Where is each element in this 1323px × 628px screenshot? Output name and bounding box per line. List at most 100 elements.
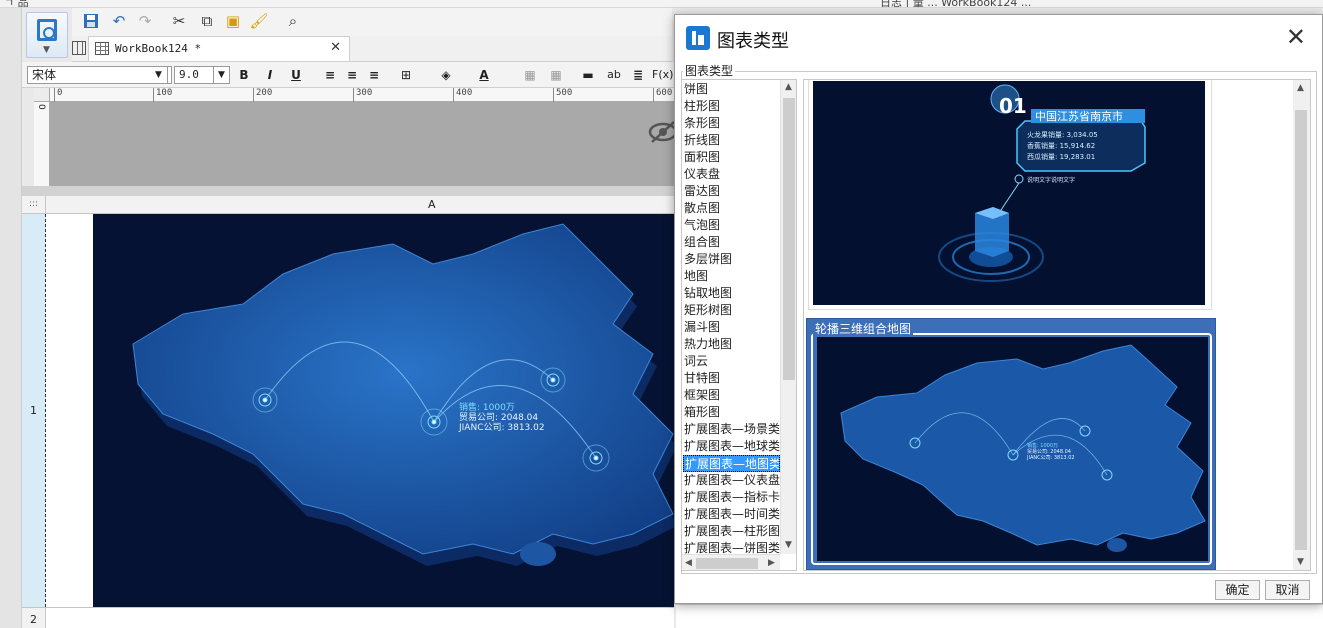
note-text: 说明文字说明文字: [1027, 176, 1075, 184]
cancel-button[interactable]: 取消: [1265, 580, 1310, 600]
map-label-line3: JIANC公司: 3813.02: [1026, 455, 1075, 461]
ruler-corner: [34, 88, 50, 102]
chevron-down-icon[interactable]: ▼: [785, 540, 792, 550]
chevron-up-icon[interactable]: ▲: [1297, 83, 1304, 93]
chart-type-item[interactable]: 气泡图: [683, 217, 780, 234]
chart-preview-card-1[interactable]: 01 中国江苏省南京市 火龙果销量: 3,034.05 香蕉销量: 15,914…: [808, 80, 1212, 310]
chart-type-item[interactable]: 钻取地图: [683, 285, 780, 302]
chart-type-item[interactable]: 雷达图: [683, 183, 780, 200]
chart-type-item[interactable]: 折线图: [683, 132, 780, 149]
app-logo-icon: [686, 26, 710, 50]
ruler-tick: 0: [54, 88, 62, 102]
redo-icon[interactable]: ↷: [134, 10, 156, 32]
chart-type-item[interactable]: 饼图: [683, 81, 780, 98]
undo-icon[interactable]: ↶: [108, 10, 130, 32]
badge-number: 01: [999, 94, 1027, 118]
chart-type-item[interactable]: 扩展图表—时间类: [683, 506, 780, 523]
chevron-left-icon[interactable]: ◀: [685, 558, 692, 568]
wrap-text-icon[interactable]: ≣: [628, 66, 648, 84]
bold-button[interactable]: B: [234, 66, 254, 84]
cut-icon[interactable]: ✂: [168, 10, 190, 32]
chevron-down-icon[interactable]: ▼: [150, 66, 168, 84]
save-icon[interactable]: [80, 10, 102, 32]
split-cells-icon[interactable]: ▦: [546, 66, 566, 84]
format-painter-icon[interactable]: 🖌: [248, 10, 270, 32]
chart-type-item[interactable]: 箱形图: [683, 404, 780, 421]
chart-type-item[interactable]: 词云: [683, 353, 780, 370]
chart-type-item[interactable]: 扩展图表—场景类: [683, 421, 780, 438]
insert-chart-big-button[interactable]: ▼: [26, 12, 68, 58]
chart-type-item[interactable]: 框架图: [683, 387, 780, 404]
workbook-icon: [95, 42, 109, 55]
cell-margin[interactable]: [46, 214, 93, 607]
chart-type-item[interactable]: 柱形图: [683, 98, 780, 115]
sheet-grid-right[interactable]: [676, 604, 1323, 628]
column-a-label[interactable]: A: [428, 198, 436, 211]
chart-type-item[interactable]: 地图: [683, 268, 780, 285]
fill-color-icon[interactable]: ◈: [436, 66, 456, 84]
close-icon[interactable]: ✕: [1286, 23, 1306, 51]
chart-type-item[interactable]: 多层饼图: [683, 251, 780, 268]
chart-type-item[interactable]: 面积图: [683, 149, 780, 166]
scroll-thumb[interactable]: [783, 98, 795, 380]
row-header-2[interactable]: 2: [22, 607, 46, 628]
border-icon[interactable]: ⊞: [396, 66, 416, 84]
chart-type-item[interactable]: 仪表盘: [683, 166, 780, 183]
align-right-icon[interactable]: ≡: [364, 66, 384, 84]
header-preview-area: [50, 102, 678, 186]
chart-type-item[interactable]: 甘特图: [683, 370, 780, 387]
chart-type-item[interactable]: 扩展图表—仪表盘: [683, 472, 780, 489]
chart-type-item[interactable]: 漏斗图: [683, 319, 780, 336]
row-header-1[interactable]: 1: [22, 214, 46, 607]
underline-button[interactable]: U: [286, 66, 306, 84]
ruler-tick: 500: [553, 88, 572, 102]
scroll-thumb[interactable]: [1295, 110, 1307, 550]
scroll-thumb[interactable]: [696, 558, 758, 569]
chevron-up-icon[interactable]: ▲: [785, 82, 792, 92]
chart-type-item[interactable]: 扩展图表—地图类: [683, 455, 780, 472]
font-color-icon[interactable]: A: [474, 66, 494, 84]
chart-type-item[interactable]: 热力地图: [683, 336, 780, 353]
vertical-ruler: 0: [34, 102, 50, 186]
title-bar: ㄱ 品 日志 | 量 ... WorkBook124 ...: [0, 0, 1323, 8]
title-bar-right-text: 日志 | 量 ... WorkBook124 ...: [880, 0, 1032, 8]
map-label-line1: 销售: 1000万: [1027, 442, 1058, 449]
merge-cells-icon[interactable]: ▦: [520, 66, 540, 84]
chart-type-item[interactable]: 矩形树图: [683, 302, 780, 319]
align-center-icon[interactable]: ≡: [342, 66, 362, 84]
ruler-tick: 400: [453, 88, 472, 102]
chart-type-item[interactable]: 条形图: [683, 115, 780, 132]
insert-row-icon[interactable]: ▬: [578, 66, 598, 84]
ok-button[interactable]: 确定: [1215, 580, 1260, 600]
chart-type-item[interactable]: 散点图: [683, 200, 780, 217]
preview-icon[interactable]: ⌕: [282, 10, 304, 32]
china-3d-map-chart[interactable]: 销售: 1000万 贸易公司: 2048.04 JIANC公司: 3813.02: [93, 214, 674, 607]
chart-type-list[interactable]: 饼图 柱形图 条形图 折线图 面积图 仪表盘 雷达图 散点图 气泡图 组合图 多层饼图 地图 钻取地图矩…: [681, 79, 797, 571]
text-ab-button[interactable]: ab: [604, 66, 624, 84]
chart-type-item[interactable]: 扩展图表—地球类: [683, 438, 780, 455]
chart-type-item[interactable]: 组合图: [683, 234, 780, 251]
align-left-icon[interactable]: ≡: [320, 66, 340, 84]
font-size-select[interactable]: 9.0: [174, 66, 214, 84]
italic-button[interactable]: I: [260, 66, 280, 84]
chevron-down-icon[interactable]: ▼: [1297, 557, 1304, 567]
list-scrollbar-horizontal[interactable]: ◀ ▶: [682, 554, 780, 570]
chart-type-item[interactable]: 扩展图表—柱形图: [683, 523, 780, 540]
copy-icon[interactable]: ⧉: [196, 10, 218, 32]
chevron-down-icon[interactable]: ▼: [214, 66, 230, 84]
chart-preview-pane[interactable]: 01 中国江苏省南京市 火龙果销量: 3,034.05 香蕉销量: 15,914…: [803, 79, 1311, 571]
list-scrollbar-vertical[interactable]: ▲ ▼: [780, 80, 796, 554]
preview-scrollbar-vertical[interactable]: ▲ ▼: [1293, 80, 1310, 570]
close-icon[interactable]: ✕: [330, 40, 341, 55]
chart-type-item[interactable]: 扩展图表—指标卡: [683, 489, 780, 506]
note-marker: [1014, 174, 1024, 184]
sheet-row-2[interactable]: [46, 607, 674, 628]
formula-button[interactable]: F(x): [652, 66, 673, 84]
grid-icon[interactable]: [72, 41, 86, 55]
select-all-corner[interactable]: :::: [22, 196, 46, 214]
chevron-right-icon[interactable]: ▶: [768, 558, 775, 568]
chart-preview-card-selected[interactable]: 销售: 1000万 贸易公司: 2048.04 JIANC公司: 3813.02…: [806, 318, 1216, 570]
paste-icon[interactable]: ▣: [222, 10, 244, 32]
tab-workbook124[interactable]: WorkBook124 * ✕: [88, 36, 350, 61]
ruler-tick: 100: [153, 88, 172, 102]
